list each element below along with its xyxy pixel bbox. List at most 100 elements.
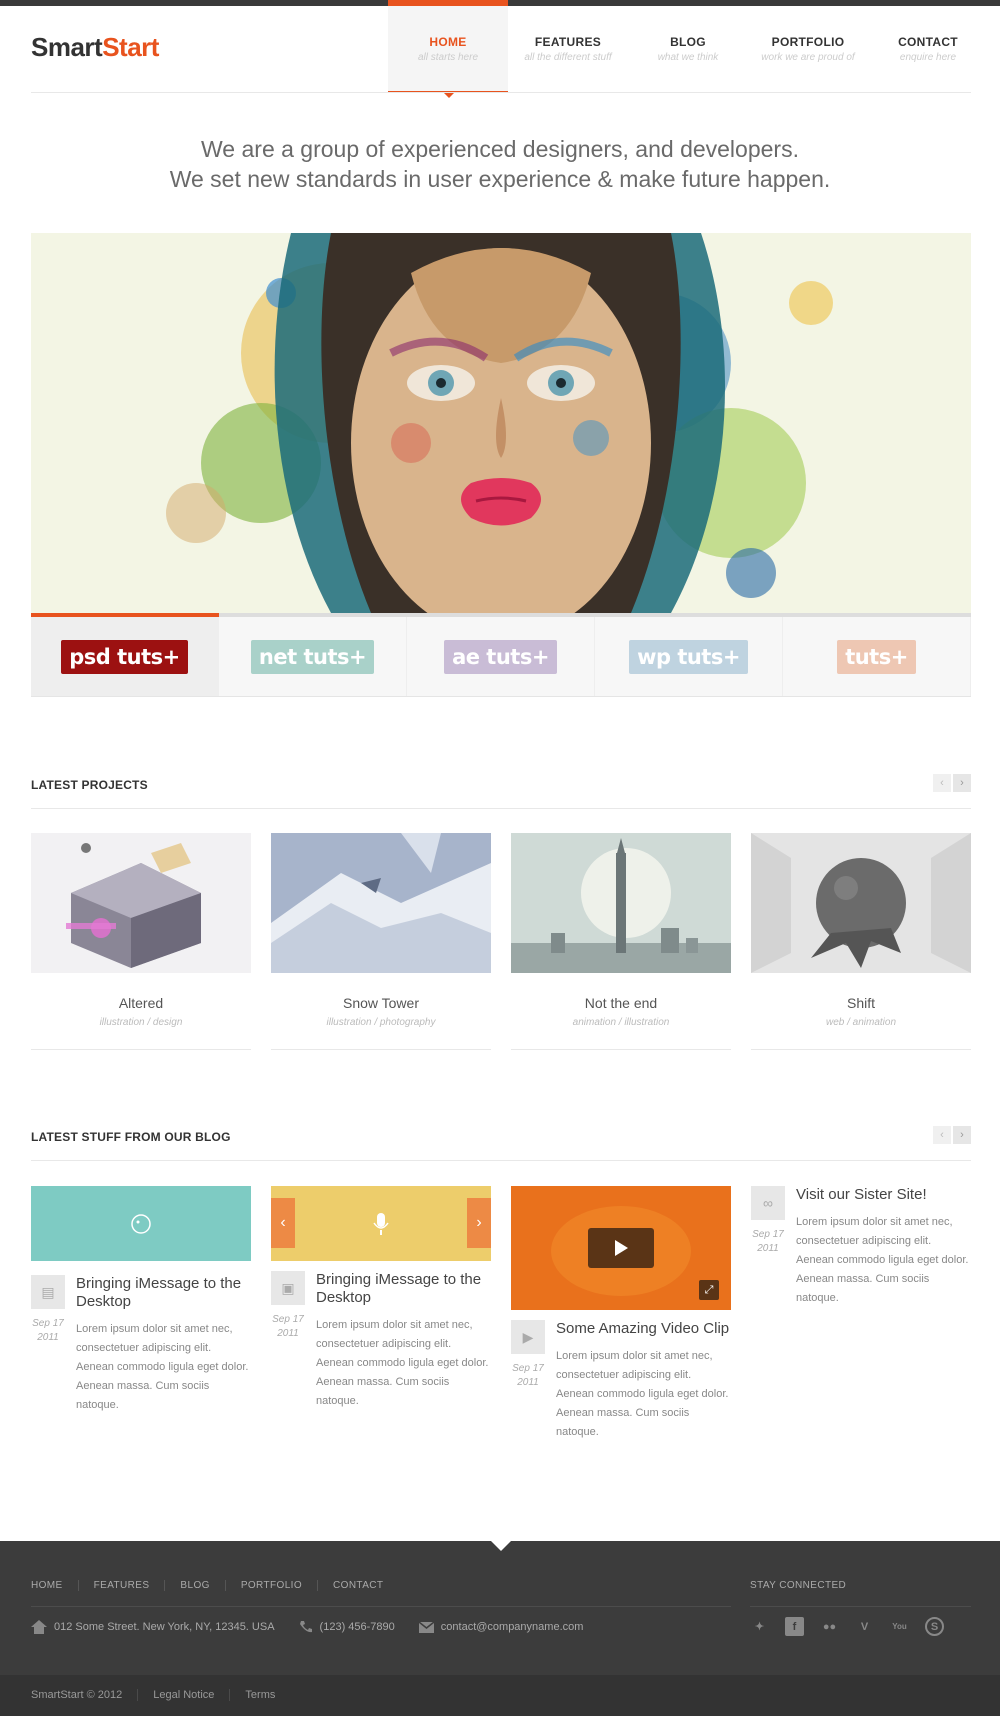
nav-label: BLOG: [670, 35, 706, 49]
post-title[interactable]: Bringing iMessage to the Desktop: [76, 1275, 251, 1311]
projects-prev-button[interactable]: ‹: [933, 774, 951, 792]
email-text[interactable]: contact@companyname.com: [441, 1621, 584, 1633]
contact-info: 012 Some Street. New York, NY, 12345. US…: [31, 1620, 607, 1634]
tagline-line-2: We set new standards in user experience …: [169, 166, 831, 192]
project-title[interactable]: Shift: [751, 995, 971, 1011]
nav-item-blog[interactable]: BLOG what we think: [628, 0, 748, 93]
blog-post: ▤ Sep 17 2011 Bringing iMessage to the De…: [31, 1186, 251, 1415]
facebook-icon[interactable]: f: [785, 1617, 804, 1636]
footer-link-portfolio[interactable]: PORTFOLIO: [241, 1580, 319, 1591]
post-title[interactable]: Bringing iMessage to the Desktop: [316, 1271, 491, 1307]
nav-item-contact[interactable]: CONTACT enquire here: [868, 0, 988, 93]
project-title[interactable]: Snow Tower: [271, 995, 491, 1011]
post-title[interactable]: Some Amazing Video Clip: [556, 1320, 731, 1338]
hero-slider-image[interactable]: [31, 233, 971, 613]
slider-thumb-nettuts[interactable]: net tuts+: [219, 617, 407, 696]
footer-divider-left: [31, 1606, 731, 1607]
thumb-prefix: psd: [69, 644, 111, 669]
project-divider: [31, 1049, 251, 1050]
post-title[interactable]: Visit our Sister Site!: [796, 1186, 971, 1204]
post-date-year: 2011: [757, 1243, 779, 1254]
footer-link-home[interactable]: HOME: [31, 1580, 79, 1591]
post-media-gallery[interactable]: ‹ ›: [271, 1186, 491, 1261]
stay-connected-label: STAY CONNECTED: [750, 1580, 847, 1591]
project-divider: [511, 1049, 731, 1050]
latest-projects-title: LATEST PROJECTS: [31, 778, 148, 792]
legal-notice-link[interactable]: Legal Notice: [153, 1689, 231, 1701]
project-thumbnail[interactable]: [511, 833, 731, 973]
nav-sublabel: all the different stuff: [524, 52, 612, 63]
footer-link-contact[interactable]: CONTACT: [333, 1580, 398, 1591]
blog-carousel-arrows: ‹ ›: [933, 1126, 971, 1144]
footer-link-blog[interactable]: BLOG: [180, 1580, 226, 1591]
contact-email[interactable]: contact@companyname.com: [418, 1621, 584, 1633]
fullscreen-icon[interactable]: ⤢: [699, 1280, 719, 1300]
logo[interactable]: SmartStart: [31, 32, 159, 63]
social-links: ✦ f ●● V You S: [750, 1617, 944, 1636]
project-card-altered[interactable]: Altered illustration / design: [31, 833, 251, 1050]
terms-link[interactable]: Terms: [245, 1689, 290, 1701]
nav-label: CONTACT: [898, 35, 958, 49]
slider-thumb-aetuts[interactable]: ae tuts+: [407, 617, 595, 696]
nav-sublabel: work we are proud of: [761, 52, 855, 63]
document-icon: ▤: [31, 1275, 65, 1309]
project-category: illustration / photography: [326, 1017, 436, 1028]
projects-carousel-arrows: ‹ ›: [933, 774, 971, 792]
project-card-not-the-end[interactable]: Not the end animation / illustration: [511, 833, 731, 1050]
post-excerpt: Lorem ipsum dolor sit amet nec, consecte…: [76, 1323, 249, 1411]
youtube-icon[interactable]: You: [890, 1617, 909, 1636]
project-card-shift[interactable]: Shift web / animation: [751, 833, 971, 1050]
twitter-icon[interactable]: ✦: [750, 1617, 769, 1636]
link-icon: ∞: [751, 1186, 785, 1220]
image-icon: ▣: [271, 1271, 305, 1305]
nav-label: HOME: [429, 35, 467, 49]
gallery-prev-button[interactable]: ‹: [271, 1198, 295, 1248]
project-card-snow-tower[interactable]: Snow Tower illustration / photography: [271, 833, 491, 1050]
video-icon: ▶: [511, 1320, 545, 1354]
nav-item-home[interactable]: HOME all starts here: [388, 0, 508, 98]
logo-text-smart: Smart: [31, 32, 103, 62]
slider-thumb-tuts[interactable]: tuts+: [783, 617, 971, 696]
blog-post: ‹ › ▣ Sep 17 2011 Bringing iMessage to th…: [271, 1186, 491, 1411]
blog-next-button[interactable]: ›: [953, 1126, 971, 1144]
project-thumbnail[interactable]: [751, 833, 971, 973]
flickr-icon[interactable]: ●●: [820, 1617, 839, 1636]
latest-blog-title: LATEST STUFF FROM OUR BLOG: [31, 1130, 231, 1144]
nav-item-portfolio[interactable]: PORTFOLIO work we are proud of: [748, 0, 868, 93]
slider-thumb-wptuts[interactable]: wp tuts+: [595, 617, 783, 696]
thumb-suffix: tuts+: [845, 644, 908, 669]
footer-divider-right: [750, 1606, 971, 1607]
footer-link-features[interactable]: FEATURES: [94, 1580, 166, 1591]
slider-thumb-psdtuts[interactable]: psd tuts+: [31, 617, 219, 696]
thumb-suffix: tuts+: [303, 644, 367, 669]
psdtuts-logo: psd tuts+: [61, 639, 188, 674]
projects-divider: [31, 808, 971, 809]
post-media-video[interactable]: ⤢: [511, 1186, 731, 1310]
project-title[interactable]: Not the end: [511, 995, 731, 1011]
footer: [0, 1541, 1000, 1675]
post-date: Sep 17 2011: [511, 1362, 545, 1390]
project-image-altered: [31, 833, 251, 973]
bottom-links: SmartStart © 2012 Legal Notice Terms: [31, 1689, 305, 1701]
post-excerpt: Lorem ipsum dolor sit amet nec, consecte…: [316, 1319, 489, 1407]
blog-prev-button[interactable]: ‹: [933, 1126, 951, 1144]
blog-post: ⤢ ▶ Sep 17 2011 Some Amazing Video Clip L…: [511, 1186, 731, 1442]
project-thumbnail[interactable]: [31, 833, 251, 973]
project-image-shift: [751, 833, 971, 973]
project-divider: [751, 1049, 971, 1050]
vimeo-icon[interactable]: V: [855, 1617, 874, 1636]
project-title[interactable]: Altered: [31, 995, 251, 1011]
projects-next-button[interactable]: ›: [953, 774, 971, 792]
tuts-logo: tuts+: [837, 639, 916, 674]
nav-item-features[interactable]: FEATURES all the different stuff: [508, 0, 628, 93]
video-play-button[interactable]: [588, 1228, 654, 1268]
post-media-image[interactable]: [31, 1186, 251, 1261]
gallery-next-button[interactable]: ›: [467, 1198, 491, 1248]
post-date: Sep 17 2011: [271, 1313, 305, 1341]
bird-icon: [131, 1213, 151, 1234]
project-thumbnail[interactable]: [271, 833, 491, 973]
skype-icon[interactable]: S: [925, 1617, 944, 1636]
project-image-snow-tower: [271, 833, 491, 973]
nav-sublabel: enquire here: [899, 52, 957, 63]
thumb-prefix: ae: [452, 644, 480, 669]
